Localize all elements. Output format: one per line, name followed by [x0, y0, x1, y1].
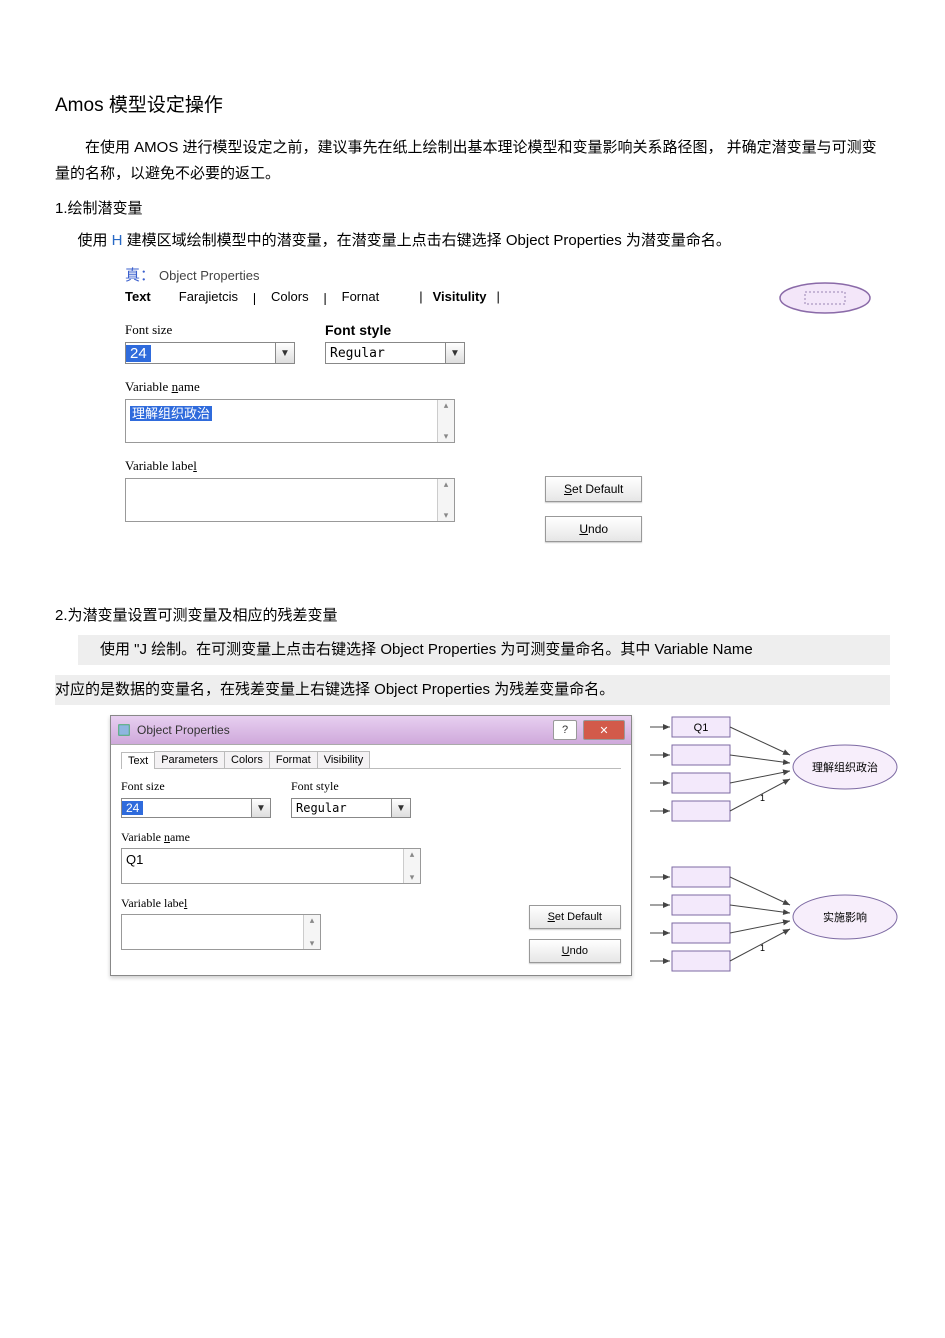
tab-parameters[interactable]: Parameters [154, 751, 225, 768]
tab-sep1: 丨 [248, 289, 261, 308]
set-default-button[interactable]: Set Default [529, 905, 621, 929]
variable-name-input[interactable]: Q1 ▴▾ [121, 848, 421, 884]
dialog-icon [117, 723, 131, 737]
chevron-down-icon[interactable]: ▼ [275, 343, 294, 363]
section-2-line2: 对应的是数据的变量名，在残差变量上右键选择 Object Properties … [55, 675, 890, 705]
section-1-heading: 1.绘制潜变量 [55, 197, 890, 218]
path-diagram: Q1 1 理解组织政治 [650, 715, 910, 999]
font-size-combo[interactable]: 24 ▼ [125, 342, 295, 364]
tab-sep3: | [419, 289, 422, 308]
font-style-combo[interactable]: Regular ▼ [325, 342, 465, 364]
object-properties-dialog: Object Properties ? ✕ Text Parameters Co… [110, 715, 632, 976]
variable-label-value [126, 479, 454, 521]
close-button[interactable]: ✕ [583, 720, 625, 740]
chevron-down-icon[interactable]: ▼ [391, 799, 410, 817]
tab-format[interactable]: Format [269, 751, 318, 768]
font-style-value: Regular [292, 801, 391, 815]
help-button[interactable]: ? [553, 720, 577, 740]
scrollbar[interactable]: ▴▾ [303, 915, 320, 949]
tab-text[interactable]: Text [121, 752, 155, 769]
scrollbar[interactable]: ▴▾ [437, 400, 454, 442]
sec1-text-b: 建模区域绘制模型中的潜变量，在潜变量上点击右键选择 Object Propert… [123, 232, 731, 249]
sec2-j-letter: J [140, 641, 148, 658]
font-size-value: 24 [126, 345, 151, 362]
tab-visibility[interactable]: Visitulity [433, 289, 487, 308]
observed-var-q1: Q1 [694, 722, 709, 734]
set-default-button[interactable]: Set Default [545, 476, 642, 502]
page-title: Amos 模型设定操作 [55, 90, 890, 117]
font-size-label: Font size [121, 779, 271, 794]
tab-text[interactable]: Text [125, 289, 151, 308]
section-1-body: 使用 H 建模区域绘制模型中的潜变量，在潜变量上点击右键选择 Object Pr… [78, 228, 891, 254]
latent-var-1: 理解组织政治 [812, 760, 878, 774]
variable-label-label: Variable label [121, 896, 187, 910]
tab-format[interactable]: Fornat [342, 289, 380, 308]
variable-label-label: Variable label [125, 458, 197, 473]
section-2-heading: 2.为潜变量设置可测变量及相应的残差变量 [55, 604, 890, 625]
dlg1-prefix: 真： [125, 264, 155, 285]
font-style-combo[interactable]: Regular ▼ [291, 798, 411, 818]
sec1-text-a: 使用 [78, 232, 112, 249]
dlg1-title: Object Properties [159, 268, 259, 283]
font-style-value: Regular [326, 346, 445, 361]
section-2-body: 使用 "J 绘制。在可测变量上点击右键选择 Object Properties … [78, 635, 891, 665]
variable-name-label: Variable name [121, 830, 190, 844]
scrollbar[interactable]: ▴▾ [403, 849, 420, 883]
chevron-down-icon[interactable]: ▼ [445, 343, 464, 363]
variable-label-value [122, 915, 320, 949]
chevron-down-icon[interactable]: ▼ [251, 799, 270, 817]
tab-sep2: 丨 [319, 289, 332, 308]
font-style-label: Font style [291, 779, 411, 794]
latent-var-2: 实施影响 [823, 910, 867, 924]
tab-visibility[interactable]: Visibility [317, 751, 371, 768]
font-style-label: Font style [325, 322, 465, 338]
variable-label-input[interactable]: ▴▾ [125, 478, 455, 522]
font-size-combo[interactable]: 24 ▼ [121, 798, 271, 818]
tab-colors[interactable]: Colors [271, 289, 309, 308]
variable-name-value: 理解组织政治 [130, 406, 212, 421]
svg-text:1: 1 [760, 943, 765, 953]
undo-button[interactable]: Undo [529, 939, 621, 963]
intro-paragraph: 在使用 AMOS 进行模型设定之前，建议事先在纸上绘制出基本理论模型和变量影响关… [55, 135, 890, 187]
font-size-label: Font size [125, 322, 295, 338]
undo-button[interactable]: Undo [545, 516, 642, 542]
dlg2-tabs: Text Parameters Colors Format Visibility [121, 751, 621, 769]
variable-name-value: Q1 [122, 849, 420, 883]
sec2-text-b: 绘制。在可测变量上点击右键选择 Object Properties 为可测变量命… [147, 641, 753, 658]
sec2-text-a: 使用 " [100, 641, 140, 658]
variable-name-input[interactable]: 理解组织政治 ▴▾ [125, 399, 455, 443]
tab-colors[interactable]: Colors [224, 751, 270, 768]
tab-parameters[interactable]: Farajietcis [179, 289, 238, 308]
scrollbar[interactable]: ▴▾ [437, 479, 454, 521]
sec1-h-letter: H [112, 232, 123, 249]
latent-variable-shape [775, 278, 875, 318]
tab-sep4: | [497, 289, 500, 308]
svg-text:1: 1 [760, 793, 765, 803]
variable-label-input[interactable]: ▴▾ [121, 914, 321, 950]
font-size-value: 24 [122, 801, 143, 815]
dialog-title: Object Properties [137, 723, 547, 737]
variable-name-label: Variable name [125, 379, 200, 394]
